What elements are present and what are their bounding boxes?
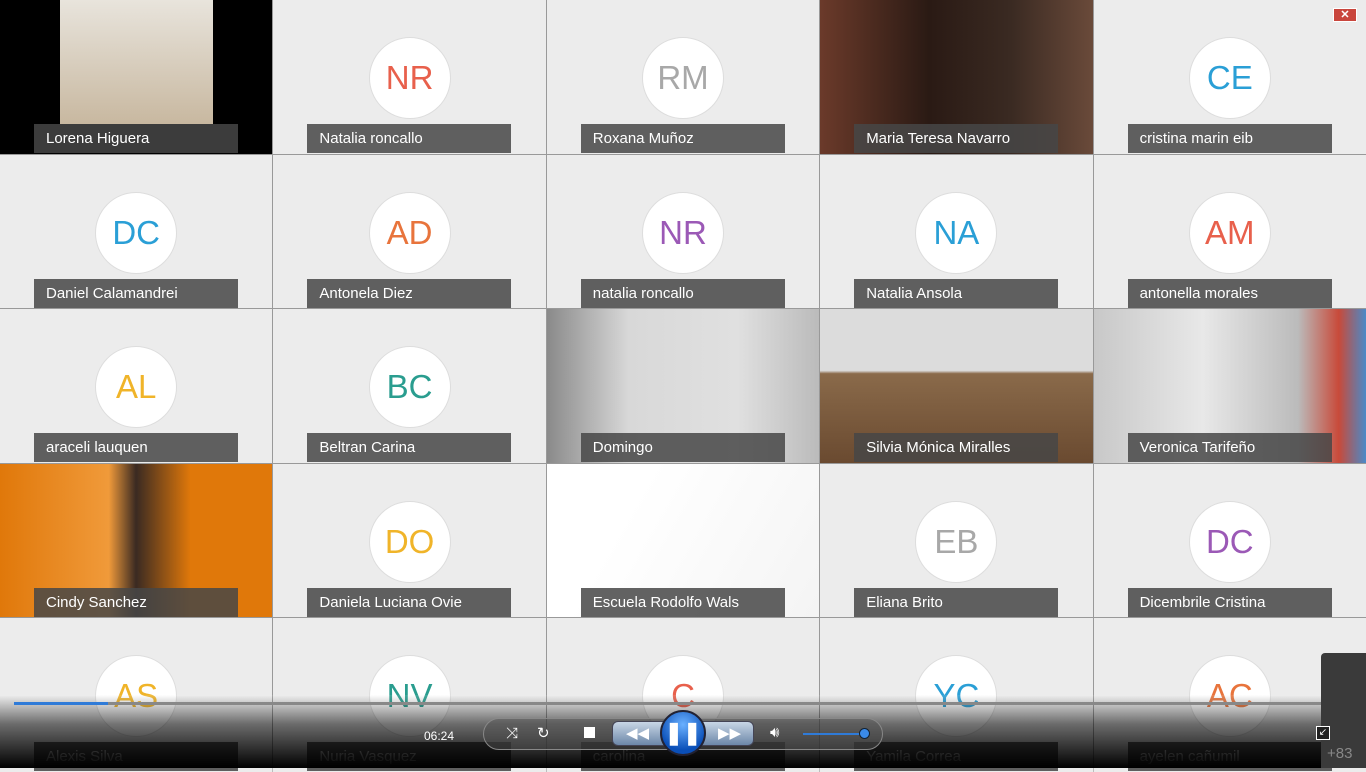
rewind-icon[interactable]: ◀◀	[626, 724, 649, 742]
participant-tile[interactable]: DC Daniel Calamandrei	[0, 154, 273, 309]
participant-tile[interactable]: Domingo	[546, 309, 820, 463]
participant-name: Antonela Diez	[307, 278, 512, 308]
avatar-initials: RM	[641, 37, 724, 119]
volume-slider[interactable]	[803, 733, 865, 735]
participant-tile[interactable]: BC Beltran Carina	[273, 309, 546, 463]
avatar-initials: DC	[1188, 500, 1271, 583]
participant-name: Natalia roncallo	[307, 124, 512, 153]
participant-tile[interactable]: NA Natalia Ansola	[820, 154, 1093, 309]
participant-tile[interactable]: EB Eliana Brito	[820, 463, 1093, 618]
participant-tile[interactable]: AL araceli lauquen	[0, 309, 273, 463]
participant-name: Eliana Brito	[854, 587, 1059, 617]
participant-tile[interactable]: Veronica Tarifeño	[1093, 309, 1366, 463]
participant-name: Silvia Mónica Miralles	[854, 433, 1059, 463]
avatar-initials: AL	[95, 346, 178, 429]
repeat-icon[interactable]: ↻	[537, 724, 550, 742]
volume-knob[interactable]	[859, 728, 870, 739]
avatar-initials: NR	[641, 191, 724, 274]
avatar-initials: CE	[1188, 37, 1271, 119]
pause-icon: ❚❚	[664, 720, 702, 745]
participant-name: Veronica Tarifeño	[1127, 433, 1332, 463]
participant-name: Daniel Calamandrei	[34, 278, 238, 308]
avatar-initials: DO	[368, 500, 451, 583]
participant-tile[interactable]: Silvia Mónica Miralles	[820, 309, 1093, 463]
participant-name: Beltran Carina	[307, 433, 512, 463]
participant-name: Escuela Rodolfo Wals	[580, 587, 785, 617]
participant-tile[interactable]: DO Daniela Luciana Ovie	[273, 463, 546, 618]
video-frame	[60, 0, 213, 124]
participant-tile[interactable]: Lorena Higuera	[0, 0, 273, 154]
participant-name: natalia roncallo	[580, 278, 785, 308]
avatar-initials: DC	[95, 191, 178, 274]
more-participants-count[interactable]: +83	[1327, 745, 1352, 762]
elapsed-time: 06:24	[424, 729, 455, 743]
participant-name: Maria Teresa Navarro	[854, 124, 1059, 153]
shuffle-icon[interactable]: ⤨	[506, 725, 518, 742]
participant-name: Domingo	[580, 433, 785, 463]
participant-tile[interactable]: AD Antonela Diez	[273, 154, 546, 309]
participant-name: Natalia Ansola	[854, 278, 1059, 308]
close-icon[interactable]: ✕	[1333, 8, 1357, 22]
participant-tile[interactable]: Escuela Rodolfo Wals	[546, 463, 820, 618]
participant-name: Cindy Sanchez	[34, 587, 238, 617]
stop-icon[interactable]	[584, 727, 595, 738]
participant-name: Dicembrile Cristina	[1127, 587, 1332, 617]
participant-name: antonella morales	[1127, 278, 1332, 308]
participant-tile[interactable]: RM Roxana Muñoz	[546, 0, 820, 154]
seek-bar[interactable]	[14, 702, 1352, 705]
participant-tile[interactable]: Cindy Sanchez	[0, 463, 273, 618]
participant-name: Lorena Higuera	[34, 124, 238, 153]
pause-button[interactable]: ❚❚	[660, 710, 706, 756]
participant-tile[interactable]: NR Natalia roncallo	[273, 0, 546, 154]
participant-tile[interactable]: Maria Teresa Navarro	[820, 0, 1093, 154]
exit-fullscreen-icon[interactable]: ↙	[1316, 726, 1330, 740]
participant-name: Daniela Luciana Ovie	[307, 587, 512, 617]
fast-forward-icon[interactable]: ▶▶	[718, 724, 741, 742]
avatar-initials: EB	[915, 500, 998, 583]
avatar-initials: NR	[368, 37, 451, 119]
participant-grid: Lorena Higuera NR Natalia roncallo RM Roxana…	[0, 0, 1366, 772]
seek-progress	[14, 702, 108, 705]
participant-tile[interactable]: NR natalia roncallo	[546, 154, 820, 309]
avatar-initials: NA	[915, 191, 998, 274]
avatar-initials: AD	[368, 191, 451, 274]
avatar-initials: AM	[1188, 191, 1271, 274]
participant-name: araceli lauquen	[34, 433, 238, 463]
participant-tile[interactable]: DC Dicembrile Cristina	[1093, 463, 1366, 618]
participant-name: cristina marin eib	[1127, 124, 1332, 153]
participant-name: Roxana Muñoz	[580, 124, 785, 153]
avatar-initials: BC	[368, 346, 451, 429]
volume-icon[interactable]: 🔊︎	[770, 724, 779, 741]
participant-tile[interactable]: CE cristina marin eib	[1093, 0, 1366, 154]
participant-tile[interactable]: AM antonella morales	[1093, 154, 1366, 309]
